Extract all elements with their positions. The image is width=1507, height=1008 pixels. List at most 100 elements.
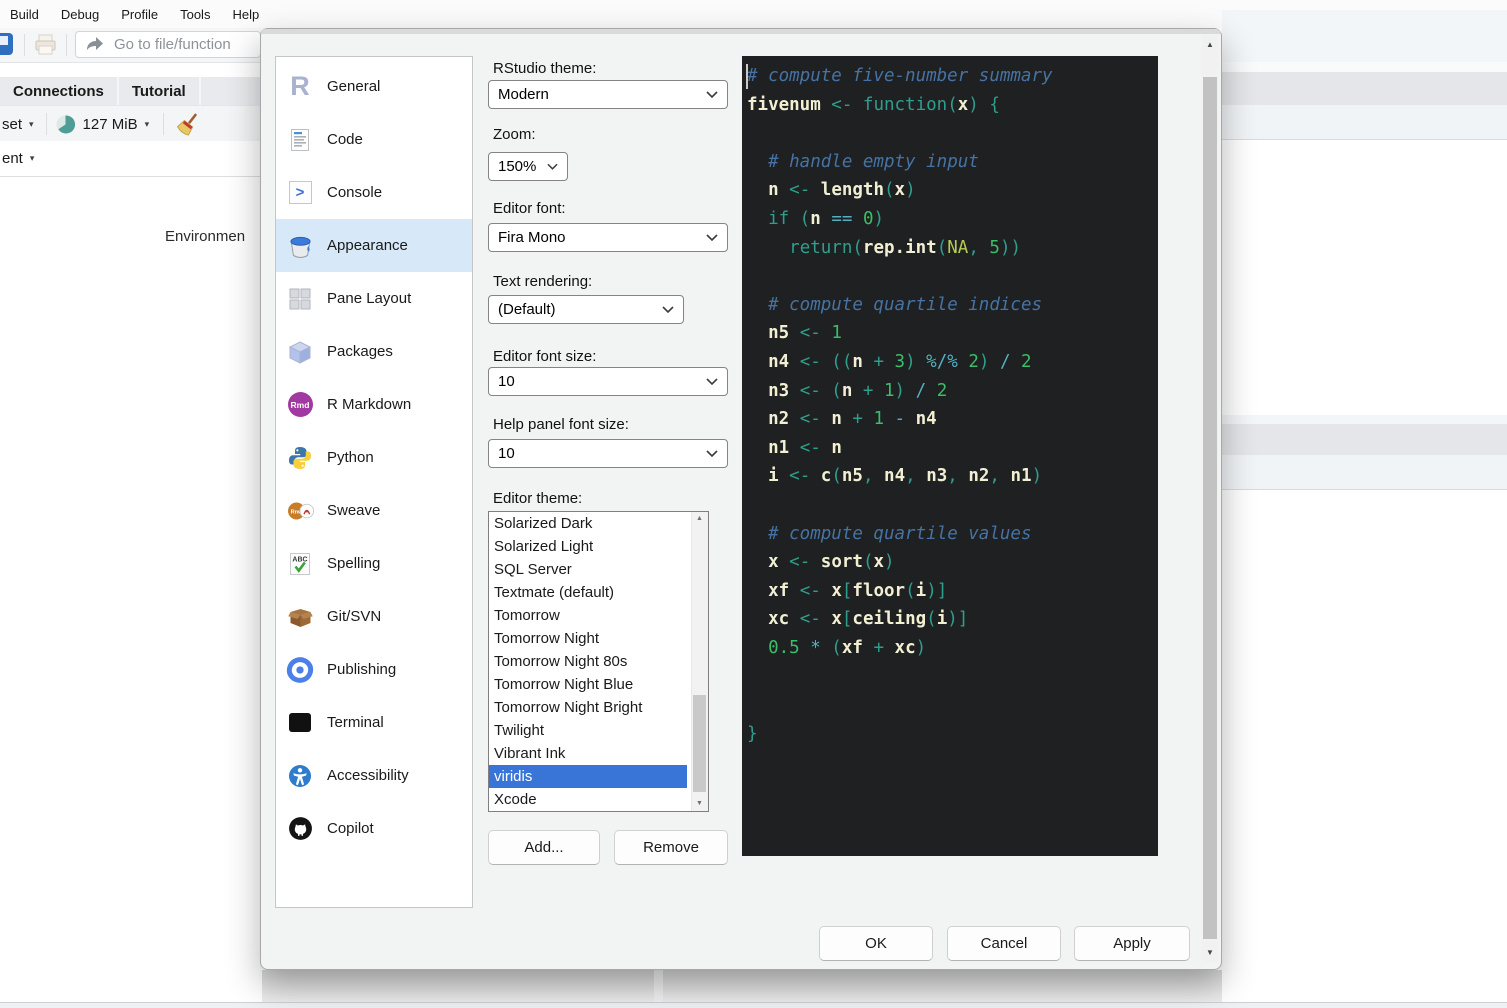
cancel-button[interactable]: Cancel xyxy=(947,926,1061,961)
editor-theme-option-solarized-light[interactable]: Solarized Light xyxy=(489,535,687,558)
sidebar-item-label: Code xyxy=(327,131,363,148)
code-line: xc <- x[ceiling(i)] xyxy=(747,605,1158,634)
dropdown-caret-icon[interactable]: ▾ xyxy=(145,119,150,130)
sidebar-item-label: Appearance xyxy=(327,237,408,254)
copilot-icon xyxy=(286,815,314,843)
bg-band xyxy=(1222,455,1507,490)
code-line: n5 <- 1 xyxy=(747,319,1158,348)
scrollbar-thumb[interactable] xyxy=(1203,77,1217,939)
sidebar-item-packages[interactable]: Packages xyxy=(276,325,472,378)
bg-band xyxy=(1222,415,1507,424)
sidebar-item-accessibility[interactable]: Accessibility xyxy=(276,749,472,802)
editor-theme-option-tomorrow-night-80s[interactable]: Tomorrow Night 80s xyxy=(489,650,687,673)
editor-theme-option-xcode[interactable]: Xcode xyxy=(489,788,687,811)
sidebar-item-code[interactable]: Code xyxy=(276,113,472,166)
options-sidebar: RGeneral Code >Console Appearance Pane Layou… xyxy=(275,56,473,908)
editor-theme-option-tomorrow-night-blue[interactable]: Tomorrow Night Blue xyxy=(489,673,687,696)
tab-tutorial[interactable]: Tutorial xyxy=(119,77,201,105)
add-theme-button[interactable]: Add... xyxy=(488,830,600,865)
svg-text:ABC: ABC xyxy=(292,556,307,563)
code-line: n2 <- n + 1 - n4 xyxy=(747,405,1158,434)
text-rendering-select[interactable]: (Default) xyxy=(488,295,684,324)
editor-theme-option-textmate-default[interactable]: Textmate (default) xyxy=(489,581,687,604)
sidebar-item-publishing[interactable]: Publishing xyxy=(276,643,472,696)
text-cursor xyxy=(746,64,748,89)
tab-connections[interactable]: Connections xyxy=(0,77,119,105)
memory-pie-icon[interactable] xyxy=(56,115,75,134)
editor-theme-scrollbar[interactable]: ▲ ▼ xyxy=(691,512,708,811)
code-line: n3 <- (n + 1) / 2 xyxy=(747,377,1158,406)
dropdown-caret-icon[interactable]: ▾ xyxy=(29,119,34,130)
toolbar-divider xyxy=(46,113,47,135)
menu-item-profile[interactable]: Profile xyxy=(121,7,158,22)
code-line xyxy=(747,662,1158,691)
code-line: x <- sort(x) xyxy=(747,548,1158,577)
chevron-down-icon xyxy=(706,378,718,385)
help-panel-font-size-select[interactable]: 10 xyxy=(488,439,728,468)
console-icon: > xyxy=(286,179,314,207)
editor-font-size-select[interactable]: 10 xyxy=(488,367,728,396)
sidebar-item-python[interactable]: Python xyxy=(276,431,472,484)
menu-item-debug[interactable]: Debug xyxy=(61,7,99,22)
r-markdown-icon: Rmd xyxy=(286,391,314,419)
scroll-up-icon[interactable]: ▲ xyxy=(1202,37,1218,53)
goto-file-function-input[interactable]: Go to file/function xyxy=(75,31,261,58)
editor-theme-option-sql-server[interactable]: SQL Server xyxy=(489,558,687,581)
editor-theme-option-viridis[interactable]: viridis xyxy=(489,765,687,788)
sidebar-item-console[interactable]: >Console xyxy=(276,166,472,219)
environment-empty-text: Environmen xyxy=(165,228,261,245)
editor-theme-option-tomorrow-night[interactable]: Tomorrow Night xyxy=(489,627,687,650)
sidebar-item-sweave[interactable]: RnwSweave xyxy=(276,484,472,537)
scroll-up-icon[interactable]: ▲ xyxy=(692,512,707,526)
sidebar-item-appearance[interactable]: Appearance xyxy=(276,219,472,272)
code-line: # compute five-number summary xyxy=(747,62,1158,91)
dropdown-caret-icon[interactable]: ▾ xyxy=(30,153,35,164)
sidebar-item-terminal[interactable]: Terminal xyxy=(276,696,472,749)
save-icon[interactable] xyxy=(0,33,13,55)
python-icon xyxy=(286,444,314,472)
sidebar-item-label: Publishing xyxy=(327,661,396,678)
scroll-down-icon[interactable]: ▼ xyxy=(692,797,707,811)
sidebar-item-label: R Markdown xyxy=(327,396,411,413)
menu-item-tools[interactable]: Tools xyxy=(180,7,210,22)
editor-theme-option-twilight[interactable]: Twilight xyxy=(489,719,687,742)
editor-theme-option-solarized-dark[interactable]: Solarized Dark xyxy=(489,512,687,535)
code-line: } xyxy=(747,720,1158,749)
appearance-icon xyxy=(286,232,314,260)
bg-band xyxy=(1222,105,1507,140)
sidebar-item-label: Sweave xyxy=(327,502,380,519)
sidebar-item-general[interactable]: RGeneral xyxy=(276,60,472,113)
scroll-down-icon[interactable]: ▼ xyxy=(1202,945,1218,961)
rstudio-theme-select[interactable]: Modern xyxy=(488,80,728,109)
print-icon[interactable] xyxy=(33,33,58,62)
editor-font-select[interactable]: Fira Mono xyxy=(488,223,728,252)
sidebar-item-label: Spelling xyxy=(327,555,380,572)
zoom-select[interactable]: 150% xyxy=(488,152,568,181)
packages-icon xyxy=(286,338,314,366)
sidebar-item-r-markdown[interactable]: Rmd R Markdown xyxy=(276,378,472,431)
ok-button[interactable]: OK xyxy=(819,926,933,961)
sidebar-item-spelling[interactable]: ABC Spelling xyxy=(276,537,472,590)
spelling-icon: ABC xyxy=(286,550,314,578)
sidebar-item-pane-layout[interactable]: Pane Layout xyxy=(276,272,472,325)
rstudio-screen: Build Debug Profile Tools Help Go to file/fu… xyxy=(0,0,1507,1008)
bg-bottom-strip xyxy=(0,1003,1507,1008)
scrollbar-thumb[interactable] xyxy=(693,695,706,792)
sidebar-item-copilot[interactable]: Copilot xyxy=(276,802,472,855)
broom-icon[interactable] xyxy=(175,111,201,137)
apply-button[interactable]: Apply xyxy=(1074,926,1190,961)
editor-theme-option-vibrant-ink[interactable]: Vibrant Ink xyxy=(489,742,687,765)
menu-item-help[interactable]: Help xyxy=(232,7,259,22)
code-line: fivenum <- function(x) { xyxy=(747,91,1158,120)
sidebar-item-git-svn[interactable]: Git/SVN xyxy=(276,590,472,643)
menu-item-build[interactable]: Build xyxy=(10,7,39,22)
chevron-down-icon xyxy=(706,450,718,457)
code-line: # handle empty input xyxy=(747,148,1158,177)
editor-theme-option-tomorrow[interactable]: Tomorrow xyxy=(489,604,687,627)
toolbar-divider xyxy=(24,34,25,56)
editor-theme-option-tomorrow-night-bright[interactable]: Tomorrow Night Bright xyxy=(489,696,687,719)
global-environment-label[interactable]: ent xyxy=(2,150,23,167)
dialog-scrollbar[interactable]: ▲ ▼ xyxy=(1202,35,1218,963)
remove-theme-button[interactable]: Remove xyxy=(614,830,728,865)
import-dataset-label[interactable]: set xyxy=(2,116,22,133)
